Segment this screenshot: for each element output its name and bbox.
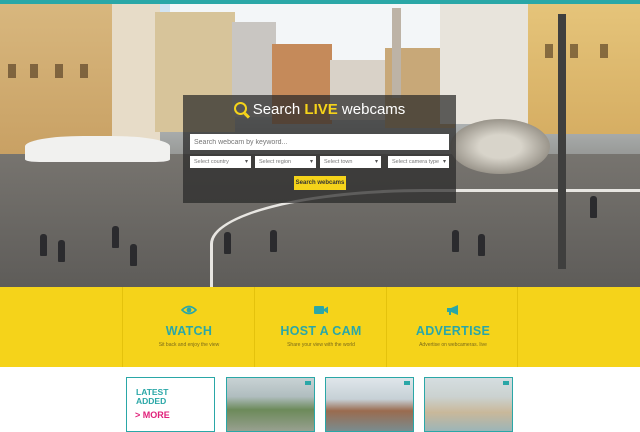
pedestrian: [590, 196, 597, 218]
region-select[interactable]: Select region: [255, 156, 316, 168]
feature-title: HOST A CAM: [280, 324, 362, 338]
feature-host-a-cam[interactable]: HOST A CAM Share your view with the worl…: [254, 287, 386, 367]
webcam-thumbnail[interactable]: [424, 377, 513, 432]
thumbnail-tag: [404, 381, 410, 385]
town-select[interactable]: Select town: [320, 156, 381, 168]
search-icon: [233, 102, 247, 115]
pedestrian: [112, 226, 119, 248]
webcam-thumbnail[interactable]: [325, 377, 414, 432]
window: [55, 64, 63, 78]
pedestrian: [452, 230, 459, 252]
feature-title: ADVERTISE: [415, 324, 491, 338]
building: [112, 4, 160, 154]
window: [80, 64, 88, 78]
window: [570, 44, 578, 58]
feature-subtitle: Share your view with the world: [287, 342, 355, 348]
feature-band: WATCH Sit back and enjoy the view HOST A…: [0, 287, 640, 367]
window: [8, 64, 16, 78]
video-camera-icon: [314, 306, 328, 314]
feature-title: WATCH: [165, 324, 213, 338]
pedestrian: [40, 234, 47, 256]
search-heading-suffix: webcams: [341, 101, 406, 118]
pedestrian: [58, 240, 65, 262]
search-heading: Search LIVE webcams: [183, 101, 456, 119]
camera-type-select[interactable]: Select camera type: [388, 156, 449, 168]
added-label: ADDED: [136, 396, 167, 406]
window: [30, 64, 38, 78]
feature-watch[interactable]: WATCH Sit back and enjoy the view: [122, 287, 254, 367]
more-link[interactable]: > MORE: [135, 410, 170, 420]
eye-icon: [181, 305, 197, 315]
keyword-search-input[interactable]: [190, 134, 449, 150]
pedestrian: [270, 230, 277, 252]
country-select[interactable]: Select country: [190, 156, 251, 168]
building: [528, 4, 640, 134]
thumbnail-tag: [503, 381, 509, 385]
feature-advertise[interactable]: ADVERTISE Advertise on webcameras. live: [386, 287, 518, 367]
feature-subtitle: Advertise on webcameras. live: [419, 342, 487, 348]
search-webcams-button[interactable]: Search webcams: [294, 176, 346, 190]
latest-added-heading: LATEST ADDED: [136, 388, 168, 406]
obelisk: [392, 8, 401, 98]
latest-added-card: LATEST ADDED > MORE: [126, 377, 215, 432]
hero-webcam-image: Search LIVE webcams Select country Selec…: [0, 4, 640, 287]
pedestrian: [130, 244, 137, 266]
window: [600, 44, 608, 58]
search-heading-prefix: Search: [252, 101, 301, 118]
search-panel: Search LIVE webcams Select country Selec…: [183, 95, 456, 203]
thumbnail-tag: [305, 381, 311, 385]
feature-subtitle: Sit back and enjoy the view: [158, 342, 220, 348]
street-lamp: [558, 14, 566, 269]
megaphone-icon: [447, 305, 458, 315]
cafe-awning: [25, 136, 170, 162]
webcam-thumbnail[interactable]: [226, 377, 315, 432]
fountain: [450, 119, 550, 174]
pedestrian: [224, 232, 231, 254]
search-heading-live: LIVE: [304, 101, 338, 118]
window: [545, 44, 553, 58]
pedestrian: [478, 234, 485, 256]
